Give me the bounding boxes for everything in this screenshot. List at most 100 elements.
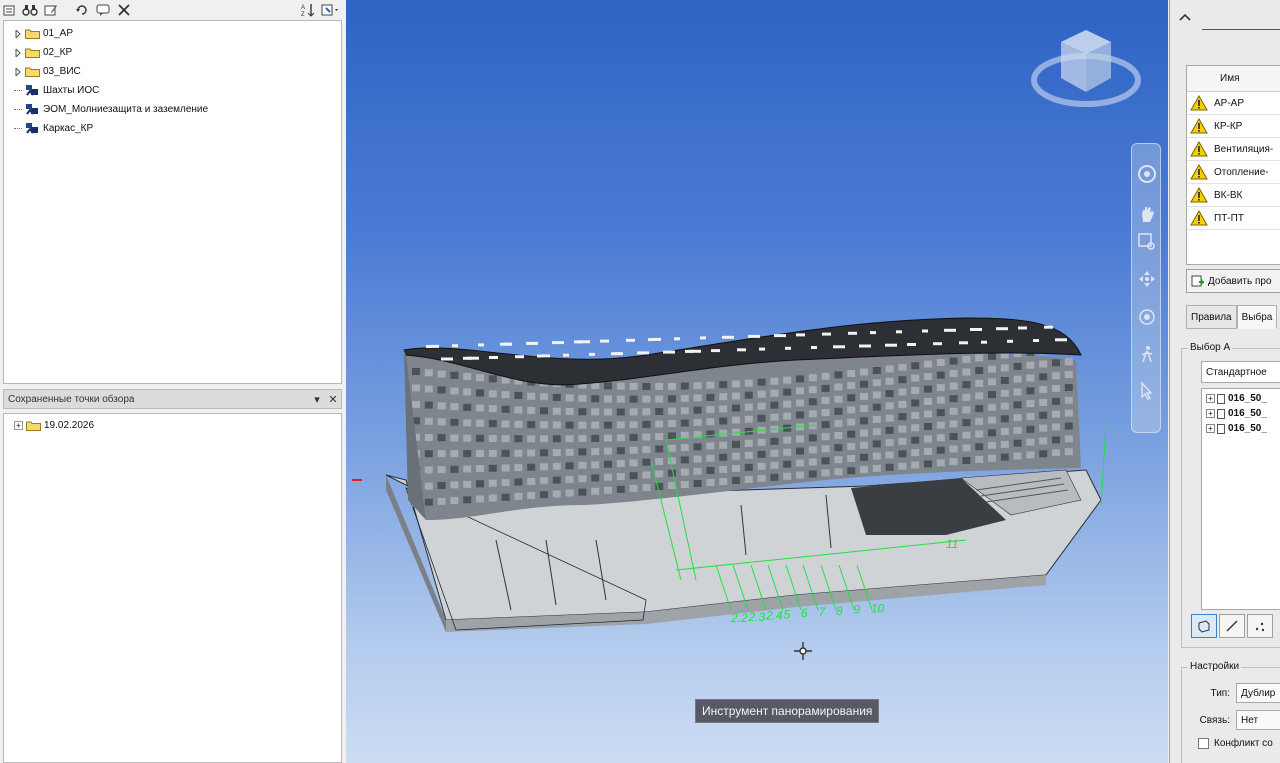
pan-hand-icon[interactable] bbox=[1137, 204, 1157, 224]
saved-viewpoints-header: Сохраненные точки обзора ▾ ✕ bbox=[3, 389, 342, 409]
grid-axis-label: 5 bbox=[784, 607, 791, 621]
warning-icon bbox=[1190, 95, 1208, 111]
orbit-icon[interactable] bbox=[1137, 269, 1157, 289]
selection-item[interactable]: +016_50_ bbox=[1202, 406, 1280, 421]
model-icon bbox=[26, 123, 38, 134]
column-name-header[interactable]: Имя bbox=[1220, 73, 1239, 84]
selection-tree: 01_АР 02_КР 03_ВИС Шахты ИОС ЭОМ_Молниезащит… bbox=[3, 20, 342, 384]
grid-axis-label: 11 bbox=[946, 537, 958, 551]
saved-viewpoints-title: Сохраненные точки обзора bbox=[8, 393, 135, 405]
points-icon bbox=[1255, 622, 1265, 632]
links-select[interactable]: Нет bbox=[1236, 710, 1280, 730]
walk-icon[interactable] bbox=[1137, 344, 1157, 364]
select-arrow-icon[interactable] bbox=[1137, 381, 1157, 401]
tree-item-label: 02_КР bbox=[43, 47, 73, 58]
comment-icon[interactable] bbox=[94, 1, 112, 19]
grid-axis-label: 6 bbox=[801, 606, 808, 620]
tree-item[interactable]: 01_АР bbox=[4, 24, 341, 43]
steering-wheel-icon[interactable] bbox=[1137, 164, 1157, 184]
expand-arrow-icon[interactable] bbox=[14, 67, 22, 76]
warning-icon bbox=[1190, 118, 1208, 134]
grid-axis-label: 2.4 bbox=[765, 609, 783, 623]
edit-set-icon[interactable] bbox=[42, 1, 60, 19]
tree-item[interactable]: Шахты ИОС bbox=[4, 81, 341, 100]
expand-arrow-icon[interactable] bbox=[14, 48, 22, 57]
test-row[interactable]: ВК-ВК bbox=[1187, 184, 1280, 207]
folder-icon bbox=[25, 67, 40, 77]
tree-item-label: ЭОМ_Молниезащита и заземление bbox=[43, 104, 209, 115]
test-name: Отопление- bbox=[1214, 166, 1269, 178]
zoom-window-icon[interactable] bbox=[1137, 232, 1157, 252]
binoculars-icon[interactable] bbox=[21, 1, 39, 19]
test-row[interactable]: АР-АР bbox=[1187, 92, 1280, 115]
model-icon bbox=[26, 85, 38, 96]
tree-item[interactable]: 02_КР bbox=[4, 43, 341, 62]
test-name: ПТ-ПТ bbox=[1214, 212, 1244, 224]
points-toggle[interactable] bbox=[1247, 614, 1273, 638]
left-panel: AZ 01_АР 02_КР 03_ВИС Шахты ИОС ЭОМ_Молниеза… bbox=[0, 0, 345, 763]
look-icon[interactable] bbox=[1137, 307, 1157, 327]
tab-1[interactable]: Выбра bbox=[1236, 305, 1278, 329]
test-name: ВК-ВК bbox=[1214, 189, 1243, 201]
viewpoint-folder-label: 19.02.2026 bbox=[44, 420, 95, 431]
type-label: Тип: bbox=[1210, 687, 1230, 699]
chevron-up-icon[interactable] bbox=[1178, 10, 1192, 24]
test-name-field[interactable] bbox=[1202, 6, 1280, 30]
settings-title: Настройки bbox=[1188, 661, 1242, 672]
test-row[interactable]: КР-КР bbox=[1187, 115, 1280, 138]
grid-axis-label: 8 bbox=[836, 604, 843, 618]
folder-icon bbox=[25, 48, 40, 58]
tree-item[interactable]: Каркас_КР bbox=[4, 119, 341, 138]
delete-icon[interactable] bbox=[115, 1, 133, 19]
test-row[interactable]: ПТ-ПТ bbox=[1187, 207, 1280, 230]
viewcube[interactable] bbox=[1031, 30, 1141, 107]
close-icon[interactable]: ✕ bbox=[325, 391, 341, 407]
tree-item-label: Шахты ИОС bbox=[43, 85, 100, 96]
selection-a-title: Выбор А bbox=[1188, 342, 1233, 353]
expand-plus-icon[interactable]: + bbox=[1206, 394, 1215, 403]
import-export-icon[interactable] bbox=[320, 1, 342, 19]
conflict-label: Конфликт со bbox=[1214, 738, 1273, 749]
type-select[interactable]: Дублир bbox=[1236, 683, 1280, 703]
folder-icon bbox=[25, 29, 40, 39]
selection-item[interactable]: +016_50_ bbox=[1202, 421, 1280, 436]
3d-viewport[interactable]: 2.2 2.3 2.4 5 6 7 8 9 10 11 Инструмент панорамиро… bbox=[346, 0, 1168, 763]
links-row: Связь: Нет bbox=[1186, 710, 1280, 730]
grid-axis-label: 2.3 bbox=[748, 610, 766, 624]
tree-item[interactable]: ЭОМ_Молниезащита и заземление bbox=[4, 100, 341, 119]
expand-plus-icon[interactable]: + bbox=[1206, 424, 1215, 433]
surface-icon bbox=[1198, 620, 1210, 633]
tree-item[interactable]: 03_ВИС bbox=[4, 62, 341, 81]
sort-icon[interactable]: AZ bbox=[299, 1, 317, 19]
pin-icon[interactable]: ▾ bbox=[309, 391, 325, 407]
expand-plus-icon[interactable]: + bbox=[14, 421, 23, 430]
expand-plus-icon[interactable]: + bbox=[1206, 409, 1215, 418]
saved-viewpoints-list: +19.02.2026 bbox=[3, 413, 342, 763]
tooltip: Инструмент панорамирования bbox=[695, 699, 880, 723]
expand-arrow-icon[interactable] bbox=[14, 29, 22, 38]
selection-mode-value: Стандартное bbox=[1206, 366, 1267, 378]
viewpoint-folder[interactable]: +19.02.2026 bbox=[4, 416, 341, 435]
selection-item-label: 016_50_ bbox=[1228, 408, 1267, 419]
svg-text:A: A bbox=[301, 5, 305, 11]
add-test-button[interactable]: Добавить про bbox=[1186, 269, 1280, 293]
test-name: АР-АР bbox=[1214, 97, 1245, 109]
test-row[interactable]: Отопление- bbox=[1187, 161, 1280, 184]
refresh-icon[interactable] bbox=[73, 1, 91, 19]
surfaces-toggle[interactable] bbox=[1191, 614, 1217, 638]
selection-mode-select[interactable]: Стандартное bbox=[1201, 361, 1280, 383]
selection-item[interactable]: +016_50_ bbox=[1202, 391, 1280, 406]
warning-icon bbox=[1190, 210, 1208, 226]
svg-text:Z: Z bbox=[301, 12, 305, 17]
selection-a-tree: +016_50_ +016_50_ +016_50_ bbox=[1201, 388, 1280, 610]
line-icon bbox=[1226, 620, 1238, 632]
test-row[interactable]: Вентиляция- bbox=[1187, 138, 1280, 161]
lines-toggle[interactable] bbox=[1219, 614, 1245, 638]
conflict-checkbox-row[interactable]: Конфликт со bbox=[1198, 738, 1273, 749]
conflict-checkbox[interactable] bbox=[1198, 738, 1209, 749]
tests-table-header: Имя bbox=[1187, 66, 1280, 92]
add-item-icon[interactable] bbox=[0, 1, 18, 19]
tree-item-label: 03_ВИС bbox=[43, 66, 81, 77]
tabs: Правила Выбра bbox=[1186, 305, 1280, 329]
tab-0[interactable]: Правила bbox=[1186, 305, 1237, 329]
